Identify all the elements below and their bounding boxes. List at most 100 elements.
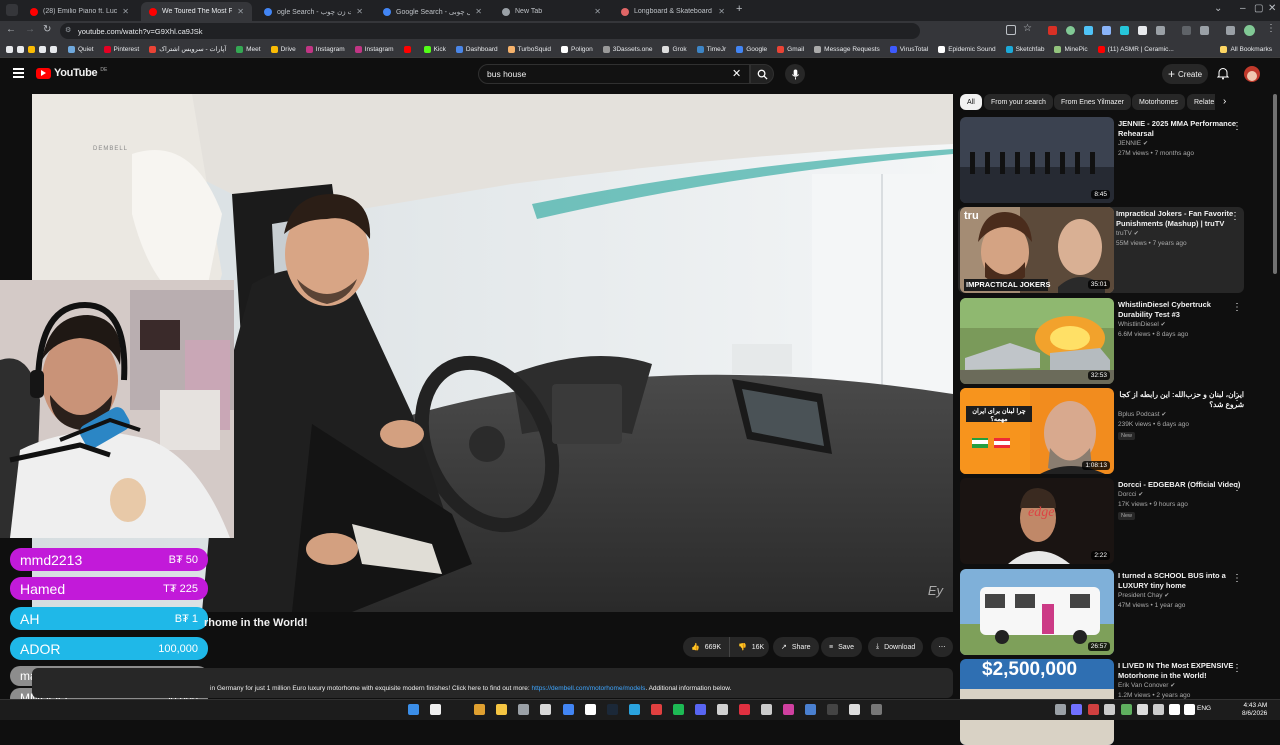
filter-chip[interactable]: From your search (984, 94, 1053, 110)
tray-icon[interactable] (1071, 704, 1082, 715)
more-options-icon[interactable]: ⋮ (1232, 573, 1242, 584)
minimize-icon[interactable]: – (1240, 3, 1246, 14)
video-thumbnail[interactable]: 8:45 (960, 117, 1114, 203)
description-box[interactable] (32, 668, 953, 698)
more-actions-button[interactable]: ⋯ (931, 637, 953, 657)
tray-icon[interactable] (1153, 704, 1164, 715)
bookmark-item[interactable]: 3Dassets.one (598, 45, 658, 53)
video-thumbnail[interactable]: 32:53 (960, 298, 1114, 384)
chips-next-icon[interactable]: › (1223, 96, 1226, 107)
rider-icon[interactable] (783, 704, 794, 715)
extension-icon[interactable] (1048, 26, 1057, 35)
dislike-button[interactable]: 👎 16K (729, 637, 769, 657)
bookmark-item[interactable]: (11) ASMR | Ceramic... (1093, 45, 1179, 53)
maximize-icon[interactable]: ▢ (1254, 3, 1263, 14)
tab-search-icon[interactable] (6, 4, 18, 16)
recommended-video-title[interactable]: I turned a SCHOOL BUS into a LUXURY tiny… (1118, 571, 1244, 591)
recommended-video-title[interactable]: I LIVED IN The Most EXPENSIVE Motorhome … (1118, 661, 1244, 681)
account-avatar[interactable] (1244, 66, 1260, 82)
close-tab-icon[interactable]: ✕ (718, 7, 725, 16)
bookmark-item[interactable]: Message Requests (809, 45, 885, 53)
bookmark-item[interactable]: Poligon (556, 45, 598, 53)
filter-chip[interactable]: All (960, 94, 982, 110)
more-options-icon[interactable]: ⋮ (1232, 302, 1242, 313)
close-tab-icon[interactable]: ✕ (122, 7, 129, 16)
bookmark-app-icon[interactable] (17, 45, 24, 53)
recommended-video-title[interactable]: WhistlinDiesel Cybertruck Durability Tes… (1118, 300, 1244, 320)
filter-chip[interactable]: Relate (1187, 94, 1215, 110)
close-tab-icon[interactable]: ✕ (356, 7, 363, 16)
wifi-icon[interactable] (1169, 704, 1180, 715)
bookmark-item[interactable]: Gmail (772, 45, 809, 53)
tray-icon[interactable] (1055, 704, 1066, 715)
bookmark-item[interactable] (399, 45, 419, 53)
bookmark-item[interactable]: TurboSquid (503, 45, 556, 53)
bookmark-item[interactable]: آپارات - سرویس اشتراک (144, 45, 231, 53)
profile-avatar-icon[interactable] (1244, 25, 1255, 36)
browser-tab[interactable]: New Tab ✕ (494, 2, 609, 21)
filter-chip[interactable]: Motorhomes (1132, 94, 1185, 110)
extension-icon[interactable] (1200, 26, 1209, 35)
bookmark-app-icon[interactable] (28, 45, 35, 53)
app-icon[interactable] (849, 704, 860, 715)
taskbar-clock[interactable]: 4:43 AM 8/6/2026 (1242, 702, 1267, 718)
address-bar[interactable]: ⚙ youtube.com/watch?v=G9Xhl.ca9JSk (60, 23, 920, 39)
obs-icon[interactable] (717, 704, 728, 715)
close-tab-icon[interactable]: ✕ (237, 7, 244, 16)
forward-icon[interactable]: → (25, 24, 35, 35)
volume-icon[interactable] (1184, 704, 1195, 715)
channel-name[interactable]: Bplus Podcast ✔ (1118, 411, 1166, 418)
hamburger-menu-icon[interactable] (13, 68, 24, 78)
discord-icon[interactable] (695, 704, 706, 715)
channel-name[interactable]: President Chay ✔ (1118, 592, 1169, 599)
extension-icon[interactable] (1120, 26, 1129, 35)
app-icon[interactable] (651, 704, 662, 715)
bookmark-app-icon[interactable] (39, 45, 46, 53)
bookmark-item[interactable]: Kick (419, 45, 451, 53)
more-options-icon[interactable]: ⋮ (1230, 211, 1240, 222)
video-thumbnail[interactable]: چرا لبنان برای ایران مهمه؟ 1:08:13 (960, 388, 1114, 474)
site-info-icon[interactable]: ⚙ (65, 26, 71, 34)
recommended-video[interactable]: چرا لبنان برای ایران مهمه؟ 1:08:13 ایران، … (960, 388, 1260, 474)
all-bookmarks-button[interactable]: All Bookmarks (1220, 45, 1280, 53)
recommended-video-title[interactable]: ایران، لبنان و حزب‌الله: این رابطه از کج… (1118, 390, 1244, 410)
download-button[interactable]: ⤓ Download (868, 637, 924, 657)
page-scrollbar[interactable] (1273, 94, 1277, 274)
share-button[interactable]: ↗ Share (773, 637, 819, 657)
extension-icon[interactable] (1102, 26, 1111, 35)
channel-name[interactable]: Erik Van Conover ✔ (1118, 682, 1175, 689)
create-button[interactable]: + Create (1162, 64, 1208, 84)
extension-icon[interactable] (1138, 26, 1147, 35)
settings-icon[interactable] (518, 704, 529, 715)
clear-search-icon[interactable]: ✕ (732, 67, 741, 80)
terminal-icon[interactable] (871, 704, 882, 715)
browser-tab[interactable]: Google Search - کنسول چوبی ✕ (375, 2, 490, 21)
steam-icon[interactable] (607, 704, 618, 715)
app-icon[interactable] (540, 704, 551, 715)
folder-icon[interactable] (496, 704, 507, 715)
recommended-video[interactable]: 26:57 I turned a SCHOOL BUS into a LUXURY… (960, 569, 1260, 655)
search-input[interactable]: bus house ✕ (478, 64, 750, 84)
chrome-icon[interactable] (563, 704, 574, 715)
extensions-puzzle-icon[interactable] (1156, 26, 1165, 35)
channel-name[interactable]: WhistlinDiesel ✔ (1118, 321, 1166, 328)
bookmark-item[interactable]: Sketchfab (1001, 45, 1050, 53)
bookmark-item[interactable]: MinePic (1049, 45, 1092, 53)
bookmark-app-icon[interactable] (50, 45, 57, 53)
more-options-icon[interactable]: ⋮ (1232, 663, 1242, 674)
close-tab-icon[interactable]: ✕ (594, 7, 601, 16)
recommended-video[interactable]: 8:45 JENNIE - 2025 MMA Performance Rehear… (960, 117, 1260, 203)
reload-icon[interactable]: ↻ (43, 24, 51, 35)
channel-name[interactable]: truTV ✔ (1116, 230, 1139, 237)
tray-icon[interactable] (1088, 704, 1099, 715)
app-icon[interactable] (761, 704, 772, 715)
browser-tab[interactable]: Longboard & Skateboard Deck ✕ (613, 2, 733, 21)
bookmark-item[interactable]: Grok (657, 45, 691, 53)
extension-icon[interactable] (1226, 26, 1235, 35)
bookmark-item[interactable]: Instagram (350, 45, 399, 53)
tab-search-chevron-icon[interactable]: ⌄ (1214, 3, 1222, 14)
description-link[interactable]: https://dembell.com/motorhome/models (532, 685, 646, 692)
app-icon[interactable] (805, 704, 816, 715)
more-options-icon[interactable]: ⋮ (1232, 392, 1242, 403)
app-icon[interactable] (827, 704, 838, 715)
